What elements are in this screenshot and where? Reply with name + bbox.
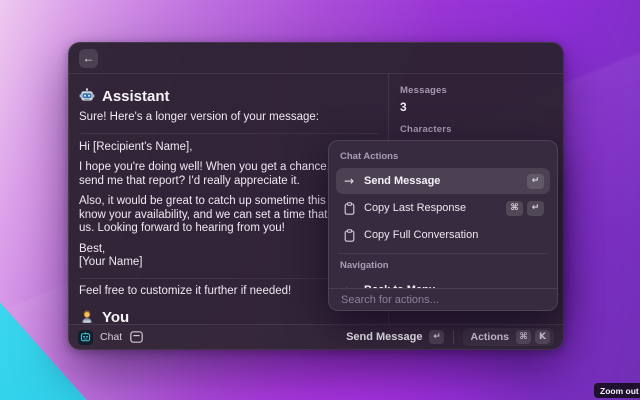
cmd-key-badge: ⌘ [506,201,523,216]
enter-key-badge: ↵ [527,201,544,216]
chat-app-icon [78,330,93,345]
action-item-label: Copy Full Conversation [364,229,478,241]
messages-label: Messages [400,85,563,96]
k-key-badge: K [535,330,550,344]
desktop: { "colors": { "wallpaper_accent_cyan": "… [0,0,640,400]
actions-search-bar [329,288,557,310]
actions-label: Actions [470,331,509,343]
back-button[interactable]: ← [79,49,98,68]
actions-button[interactable]: Actions ⌘ K [463,328,554,346]
clipboard-icon [342,202,356,215]
person-avatar-icon [79,309,95,325]
send-message-button[interactable]: Send Message [346,331,422,343]
action-item-label: Send Message [364,175,440,187]
assistant-intro-line: Sure! Here's a longer version of your me… [79,111,388,125]
menu-section-divider [338,253,548,254]
shortcut-keys: ↵ [527,174,544,189]
assistant-title: Assistant [102,88,170,105]
zoom-out-tooltip: Zoom out on [594,383,640,398]
chat-mode-label[interactable]: Chat [100,331,122,343]
arrow-right-icon: → [342,174,356,188]
status-bar-divider [453,330,454,344]
enter-key-badge: ↵ [429,330,444,344]
section-label-chat-actions: Chat Actions [340,151,546,162]
action-item-copy-full-conversation[interactable]: Copy Full Conversation [336,222,550,248]
action-item-send-message[interactable]: → Send Message ↵ [336,168,550,194]
back-arrow-icon: ← [83,52,95,64]
actions-menu: Chat Actions → Send Message ↵ Copy Last … [328,140,558,311]
action-item-label: Copy Last Response [364,202,466,214]
actions-menu-list: Chat Actions → Send Message ↵ Copy Last … [329,141,557,288]
tooltip-label: Zoom out on [600,386,640,396]
status-bar: Chat Send Message ↵ Actions ⌘ K [69,324,563,349]
shortcut-keys: ⌘ ↵ [506,201,544,216]
section-label-navigation: Navigation [340,260,546,271]
cmd-key-badge: ⌘ [516,330,531,344]
actions-search-input[interactable] [341,294,545,306]
robot-avatar-icon [79,88,95,104]
assistant-header: Assistant [79,87,388,105]
messages-value: 3 [400,100,563,114]
action-item-copy-last-response[interactable]: Copy Last Response ⌘ ↵ [336,195,550,221]
you-title: You [102,309,129,326]
window-header: ← [69,43,563,74]
clipboard-icon [342,229,356,242]
message-divider [79,133,378,134]
characters-label: Characters [400,124,563,135]
save-icon[interactable] [130,331,143,343]
enter-key-badge: ↵ [527,174,544,189]
action-item-back-to-menu[interactable]: ← Back to Menu [336,277,550,288]
